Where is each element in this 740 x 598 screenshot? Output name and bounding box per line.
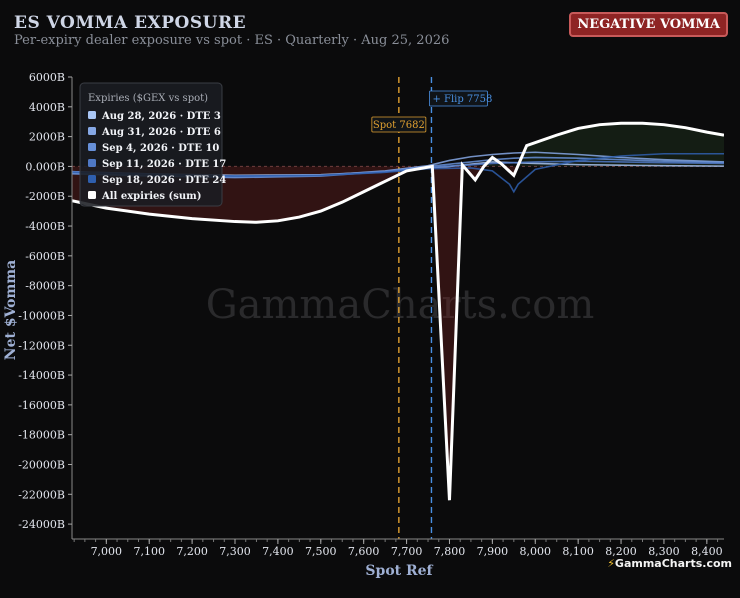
y-tick-label-5: -4000B	[25, 220, 65, 233]
legend-swatch-1	[88, 127, 96, 135]
x-tick-label-8: 7,800	[434, 545, 466, 558]
y-axis-label: Net $Vomma	[3, 260, 19, 360]
y-tick-label-10: -14000B	[18, 369, 65, 382]
x-tick-label-4: 7,400	[262, 545, 294, 558]
y-tick-label-0: 6000B	[29, 71, 65, 84]
legend: Expiries ($GEX vs spot) Aug 28, 2026 · DT…	[79, 82, 226, 207]
y-tick-label-9: -12000B	[18, 339, 65, 352]
y-tick-label-2: 2000B	[29, 131, 65, 144]
y-tick-label-13: -20000B	[18, 458, 65, 471]
y-tick-label-6: -6000B	[25, 250, 65, 263]
brand-logo: ⚡GammaCharts.com	[607, 557, 732, 570]
vomma-chart: GammaCharts.com Spot 7682 + Flip 7758 600…	[3, 71, 724, 579]
x-tick-label-1: 7,100	[133, 545, 165, 558]
x-tick-label-10: 8,000	[520, 545, 552, 558]
y-tick-label-14: -22000B	[18, 488, 65, 501]
legend-swatch-2	[88, 143, 96, 151]
x-tick-label-6: 7,600	[348, 545, 380, 558]
legend-item-4: Sep 18, 2026 · DTE 24	[102, 175, 226, 186]
x-tick-label-5: 7,500	[305, 545, 337, 558]
legend-title: Expiries ($GEX vs spot)	[88, 93, 208, 104]
watermark: GammaCharts.com	[206, 282, 595, 328]
x-tick-label-11: 8,100	[562, 545, 594, 558]
legend-item-3: Sep 11, 2026 · DTE 17	[102, 159, 226, 170]
marker-label-0: Spot 7682	[373, 120, 425, 131]
y-tick-label-4: -2000B	[25, 190, 65, 203]
y-tick-label-11: -16000B	[18, 399, 65, 412]
y-tick-label-8: -10000B	[18, 309, 65, 322]
legend-item-0: Aug 28, 2026 · DTE 3	[101, 111, 221, 122]
y-tick-label-15: -24000B	[18, 518, 65, 531]
legend-swatch-0	[88, 111, 96, 119]
legend-item-1: Aug 31, 2026 · DTE 6	[101, 127, 221, 138]
bolt-icon: ⚡	[607, 557, 615, 570]
legend-swatch-5	[88, 191, 96, 199]
brand-text: GammaCharts.com	[614, 557, 732, 570]
x-axis-label: Spot Ref	[365, 563, 433, 579]
x-tick-label-7: 7,700	[391, 545, 423, 558]
x-tick-label-0: 7,000	[91, 545, 123, 558]
y-tick-label-7: -8000B	[25, 280, 65, 293]
legend-swatch-3	[88, 159, 96, 167]
y-tick-label-1: 4000B	[29, 101, 65, 114]
y-tick-label-12: -18000B	[18, 429, 65, 442]
legend-item-5: All expiries (sum)	[101, 191, 201, 202]
marker-label-1: + Flip 7758	[432, 94, 492, 105]
x-tick-label-9: 7,900	[477, 545, 509, 558]
x-tick-label-2: 7,200	[176, 545, 208, 558]
legend-item-2: Sep 4, 2026 · DTE 10	[102, 143, 219, 154]
y-tick-label-3: 0.000B	[25, 160, 65, 173]
legend-swatch-4	[88, 175, 96, 183]
x-tick-label-3: 7,300	[219, 545, 251, 558]
